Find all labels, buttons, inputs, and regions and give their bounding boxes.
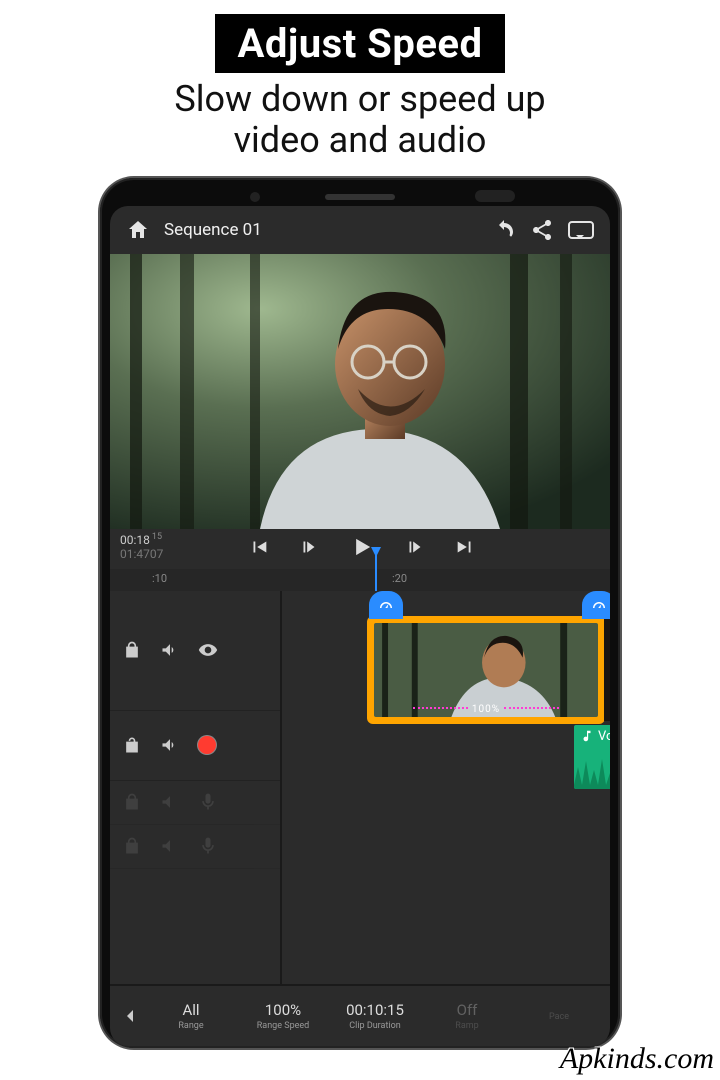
app-screen: Sequence 01 bbox=[110, 206, 610, 1046]
skip-end-icon[interactable] bbox=[454, 536, 476, 558]
range-control[interactable]: All Range bbox=[148, 1001, 234, 1031]
transport-bar: 00:1815 01:4707 bbox=[110, 529, 610, 569]
volume-icon[interactable] bbox=[160, 640, 180, 660]
promo-subtitle: Slow down or speed up video and audio bbox=[0, 79, 720, 162]
app-header: Sequence 01 bbox=[110, 206, 610, 254]
volume-icon[interactable] bbox=[160, 792, 180, 812]
audio-clip-name: VoiceOver_2 bbox=[598, 729, 610, 744]
audio-waveform bbox=[574, 755, 610, 789]
back-icon[interactable] bbox=[118, 1004, 142, 1028]
lock-icon[interactable] bbox=[122, 792, 142, 812]
record-icon[interactable] bbox=[198, 736, 216, 754]
home-icon[interactable] bbox=[126, 218, 150, 242]
video-preview[interactable] bbox=[110, 254, 610, 529]
phone-hardware-bar bbox=[110, 192, 610, 206]
promo-subtitle-line2: video and audio bbox=[234, 119, 487, 161]
lock-icon[interactable] bbox=[122, 836, 142, 856]
video-clip-next[interactable] bbox=[604, 619, 610, 721]
audio-track-3-header bbox=[110, 825, 280, 869]
playhead[interactable] bbox=[375, 547, 377, 591]
audio-track-1-header bbox=[110, 711, 280, 781]
sequence-title[interactable]: Sequence 01 bbox=[164, 220, 262, 240]
ruler-tick-20: :20 bbox=[392, 572, 407, 585]
undo-icon[interactable] bbox=[492, 218, 516, 242]
play-icon[interactable] bbox=[348, 533, 376, 561]
timecode-duration: 01:4707 bbox=[120, 547, 163, 561]
timeline-ruler[interactable]: :10 :20 bbox=[110, 569, 610, 591]
timeline[interactable]: 100% VoiceOver_2 bbox=[110, 591, 610, 984]
track-lanes[interactable]: 100% VoiceOver_2 bbox=[280, 591, 610, 984]
video-clip-selected[interactable]: 100% bbox=[370, 619, 602, 721]
volume-icon[interactable] bbox=[160, 836, 180, 856]
promo-subtitle-line1: Slow down or speed up bbox=[174, 78, 545, 120]
ramp-control[interactable]: Off Ramp bbox=[424, 1001, 510, 1031]
feedback-icon[interactable] bbox=[568, 221, 594, 239]
frame-forward-icon[interactable] bbox=[404, 536, 426, 558]
clip-duration-control[interactable]: 00:10:15 Clip Duration bbox=[332, 1001, 418, 1031]
range-speed-control[interactable]: 100% Range Speed bbox=[240, 1001, 326, 1031]
video-track-header bbox=[110, 591, 280, 711]
lock-icon[interactable] bbox=[122, 640, 142, 660]
share-icon[interactable] bbox=[530, 218, 554, 242]
speed-gauge-icon[interactable] bbox=[582, 591, 610, 619]
pace-control[interactable]: Pace bbox=[516, 1010, 602, 1022]
volume-icon[interactable] bbox=[160, 735, 180, 755]
speed-tool-bar: All Range 100% Range Speed 00:10:15 Clip… bbox=[110, 984, 610, 1046]
mic-icon[interactable] bbox=[198, 792, 218, 812]
mic-icon[interactable] bbox=[198, 836, 218, 856]
promo-banner: Adjust Speed bbox=[215, 14, 504, 73]
music-note-icon bbox=[580, 729, 594, 743]
audio-clip[interactable]: VoiceOver_2 bbox=[574, 725, 610, 789]
skip-start-icon[interactable] bbox=[248, 536, 270, 558]
timecode-current: 00:1815 bbox=[120, 533, 163, 547]
unlock-icon[interactable] bbox=[122, 735, 142, 755]
eye-icon[interactable] bbox=[198, 640, 218, 660]
promo-header: Adjust Speed Slow down or speed up video… bbox=[0, 0, 720, 170]
speed-gauge-icon[interactable] bbox=[369, 591, 403, 619]
frame-back-icon[interactable] bbox=[298, 536, 320, 558]
ruler-tick-10: :10 bbox=[152, 572, 167, 585]
clip-speed-label: 100% bbox=[370, 704, 602, 718]
track-headers bbox=[110, 591, 280, 984]
audio-track-2-header bbox=[110, 781, 280, 825]
phone-frame: Sequence 01 bbox=[100, 178, 620, 1048]
